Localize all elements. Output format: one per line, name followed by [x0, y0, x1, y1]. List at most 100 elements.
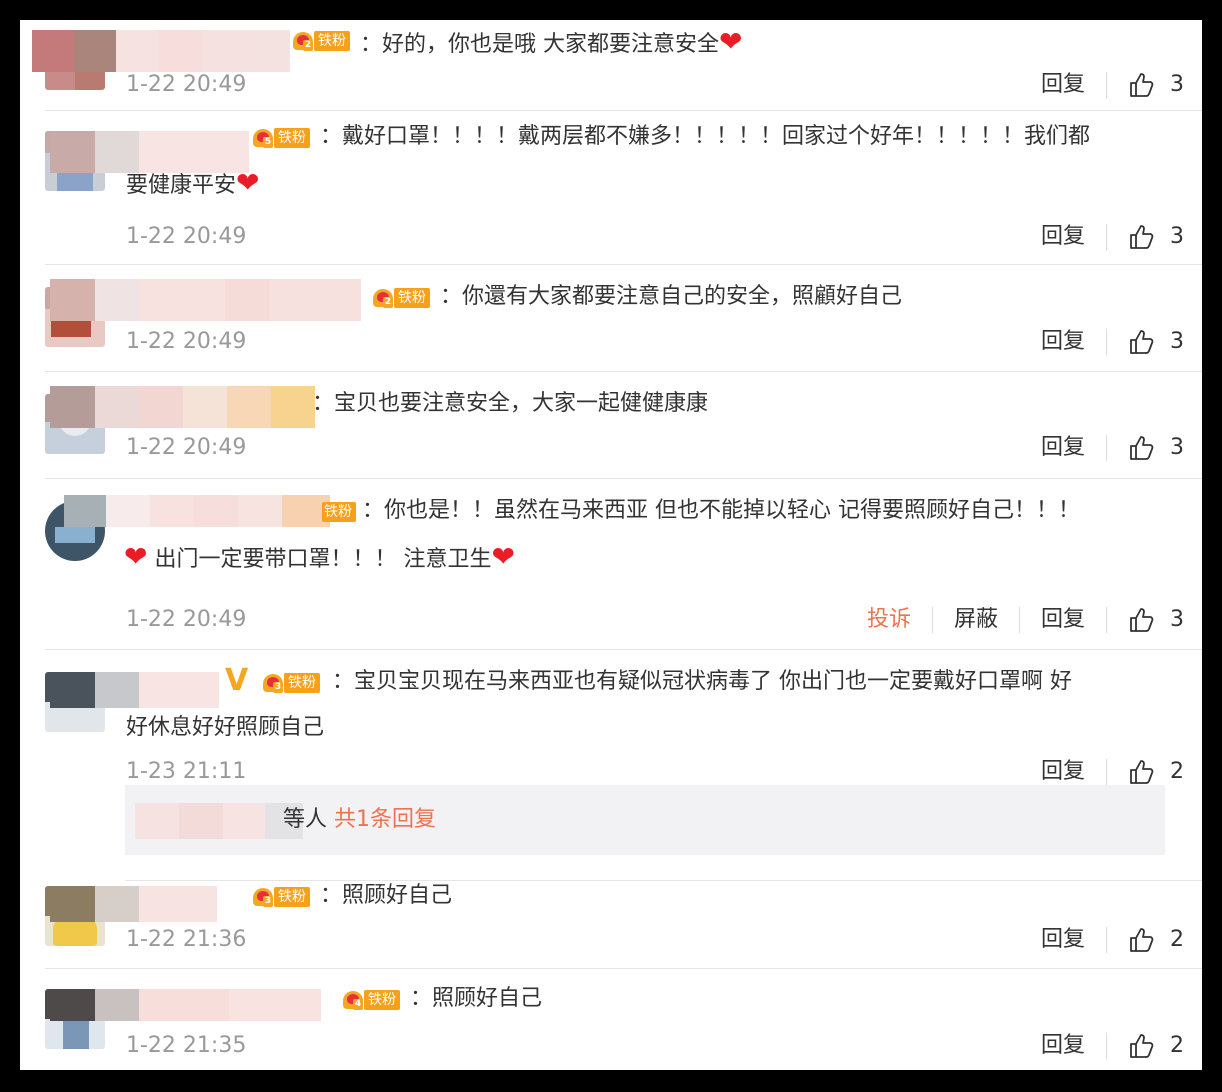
reply-button[interactable]: 回复 — [1041, 1031, 1085, 1061]
thumbs-up-icon — [1130, 436, 1154, 460]
heart-emoji: ❤ — [124, 540, 148, 573]
timestamp: 1-23 21:11 — [126, 759, 247, 784]
reply-summary-text: 等人 共1条回复 — [283, 803, 436, 837]
comment-text-continued: 要健康平安❤ — [126, 161, 259, 208]
timestamp: 1-22 20:49 — [126, 72, 247, 97]
action-divider — [1018, 607, 1020, 633]
action-divider — [1106, 927, 1107, 953]
verified-badge[interactable]: V — [225, 666, 248, 696]
timestamp: 1-22 20:49 — [126, 435, 247, 460]
block-button[interactable]: 屏蔽 — [954, 605, 998, 635]
comment-text-line: 好休息好好照顾自己 — [126, 715, 325, 740]
comment-text: ：照顾好自己 — [410, 977, 542, 1021]
separator — [45, 649, 1202, 650]
reply-button[interactable]: 回复 — [1041, 327, 1085, 357]
comment-text-line: ：照顾好自己 — [320, 883, 453, 908]
fan-badge[interactable]: 3 铁粉 — [262, 672, 320, 694]
like-button[interactable]: 2 — [1128, 757, 1184, 787]
like-count: 3 — [1170, 435, 1184, 460]
comment-text-line: 要健康平安 — [126, 173, 237, 198]
comment-text-continued: ❤ 出门一定要带口罩！！！ 注意卫生❤ — [124, 535, 515, 582]
username-blurred[interactable] — [50, 386, 315, 428]
like-button[interactable]: 2 — [1128, 925, 1184, 955]
comment-text: ：照顾好自己 — [320, 874, 452, 918]
like-button[interactable]: 3 — [1128, 222, 1184, 252]
reply-count-link[interactable]: 共1条回复 — [334, 807, 436, 832]
comment-text-line: 出门一定要带口罩！！！ 注意卫生 — [147, 547, 492, 572]
reply-button[interactable]: 回复 — [1041, 70, 1085, 100]
action-divider — [1106, 1033, 1107, 1059]
reply-button[interactable]: 回复 — [1041, 605, 1085, 635]
comment-actions: 回复 3 — [1041, 222, 1184, 252]
username-blurred[interactable] — [32, 30, 290, 72]
separator — [45, 110, 1202, 111]
like-count: 3 — [1170, 72, 1184, 97]
username-blurred[interactable] — [50, 672, 219, 708]
comment-text: ：好的，你也是哦 大家都要注意安全❤ — [360, 20, 742, 67]
timestamp: 1-22 20:49 — [126, 224, 247, 249]
comment-text-continued: 好休息好好照顾自己 — [126, 706, 324, 750]
like-count: 2 — [1170, 1033, 1184, 1058]
action-divider — [1106, 759, 1107, 785]
username-blurred[interactable] — [50, 886, 217, 922]
fan-badge[interactable]: 2 铁粉 — [292, 30, 350, 52]
fan-tag-label: 铁粉 — [394, 288, 430, 308]
comment-actions: 回复 2 — [1041, 925, 1184, 955]
comment-actions: 回复 3 — [1041, 70, 1184, 100]
thumbs-up-icon — [1130, 928, 1154, 952]
comment-text: ：宝贝宝贝现在马来西亚也有疑似冠状病毒了 你出门也一定要戴好口罩啊 好 — [332, 660, 1072, 704]
reply-summary-box[interactable]: 等人 共1条回复 — [125, 785, 1165, 855]
like-button[interactable]: 3 — [1128, 605, 1184, 635]
fan-badge[interactable]: 5 铁粉 — [252, 127, 310, 149]
fan-tag-label: 铁粉 — [274, 887, 310, 907]
comment-text-line: ：你也是！！虽然在马来西亚 但也不能掉以轻心 记得要照顾好自己！！！ — [362, 498, 1080, 523]
action-divider — [1106, 329, 1107, 355]
comment-actions: 回复 2 — [1041, 1031, 1184, 1061]
comment-text-line: ：宝贝宝贝现在马来西亚也有疑似冠状病毒了 你出门也一定要戴好口罩啊 好 — [332, 669, 1072, 694]
fan-badge[interactable]: 4 铁粉 — [342, 989, 400, 1011]
fan-tag-label: 铁粉 — [284, 673, 320, 693]
fan-tag-label: 铁粉 — [274, 128, 310, 148]
fan-badge[interactable]: 铁粉 — [322, 501, 356, 523]
username-blurred[interactable] — [64, 495, 330, 527]
reply-button[interactable]: 回复 — [1041, 222, 1085, 252]
reply-button[interactable]: 回复 — [1041, 433, 1085, 463]
like-count: 2 — [1170, 927, 1184, 952]
comment-text-line: ：宝贝也要注意安全，大家一起健健康康 — [312, 391, 709, 416]
username-blurred[interactable] — [50, 279, 361, 321]
like-count: 3 — [1170, 224, 1184, 249]
thumbs-up-icon — [1130, 608, 1154, 632]
comment-text-line: ：照顾好自己 — [410, 986, 543, 1011]
comment-text: ：戴好口罩！！！！戴两层都不嫌多！！！！！回家过个好年！！！！！我们都 — [320, 115, 1090, 159]
like-button[interactable]: 3 — [1128, 70, 1184, 100]
report-button[interactable]: 投诉 — [867, 605, 911, 635]
action-divider — [1106, 435, 1107, 461]
comment-list: 2 铁粉 ：好的，你也是哦 大家都要注意安全❤ 1-22 20:49 回复 3 — [20, 20, 1202, 1070]
fan-badge[interactable]: 2 铁粉 — [372, 287, 430, 309]
crown-icon: 3 — [262, 672, 284, 694]
fan-tag-label: 铁粉 — [314, 31, 350, 51]
crown-icon: 2 — [292, 30, 314, 52]
separator — [45, 478, 1202, 479]
reply-authors-blurred — [135, 803, 303, 839]
like-button[interactable]: 2 — [1128, 1031, 1184, 1061]
separator — [45, 968, 1202, 969]
heart-emoji: ❤ — [491, 540, 515, 573]
thumbs-up-icon — [1130, 760, 1154, 784]
crown-icon: 3 — [252, 886, 274, 908]
like-button[interactable]: 3 — [1128, 433, 1184, 463]
timestamp: 1-22 21:36 — [126, 927, 247, 952]
reply-button[interactable]: 回复 — [1041, 925, 1085, 955]
comment-text-line: ：你還有大家都要注意自己的安全，照顧好自己 — [440, 284, 903, 309]
fan-tag-label: 铁粉 — [364, 990, 400, 1010]
reply-button[interactable]: 回复 — [1041, 757, 1085, 787]
fan-badge[interactable]: 3 铁粉 — [252, 886, 310, 908]
reply-summary-suffix: 等人 — [283, 807, 328, 832]
like-button[interactable]: 3 — [1128, 327, 1184, 357]
comment-actions: 投诉 屏蔽 回复 3 — [867, 605, 1184, 635]
username-blurred[interactable] — [50, 989, 321, 1021]
comment-text: ：你還有大家都要注意自己的安全，照顧好自己 — [440, 275, 902, 319]
thumbs-up-icon — [1130, 1034, 1154, 1058]
heart-emoji: ❤ — [236, 166, 260, 199]
comment-text-line: ：戴好口罩！！！！戴两层都不嫌多！！！！！回家过个好年！！！！！我们都 — [320, 124, 1091, 149]
